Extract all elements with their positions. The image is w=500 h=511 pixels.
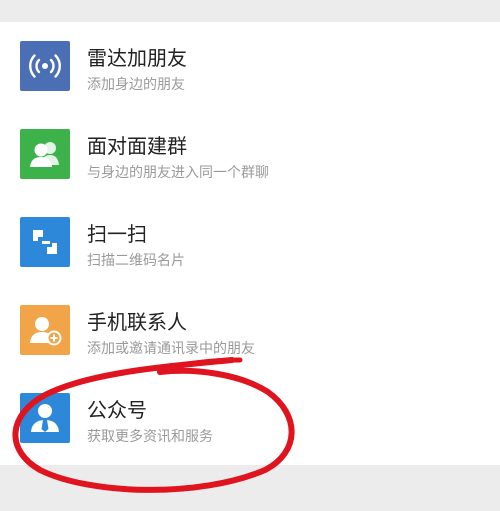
item-subtitle: 获取更多资讯和服务: [87, 429, 213, 445]
item-title: 扫一扫: [87, 222, 147, 246]
item-title: 面对面建群: [87, 134, 187, 158]
radar-icon: [20, 41, 70, 91]
group-icon: [20, 129, 70, 179]
add-friends-list: 雷达加朋友 添加身边的朋友 面对面建群 与身边的朋友进入同一个群聊 扫一扫 扫描…: [0, 22, 500, 465]
list-item-official-accounts[interactable]: 公众号 获取更多资讯和服务: [0, 374, 500, 462]
list-item-scan[interactable]: 扫一扫 扫描二维码名片: [0, 198, 500, 286]
list-item-face-to-face-group[interactable]: 面对面建群 与身边的朋友进入同一个群聊: [0, 110, 500, 198]
item-subtitle: 扫描二维码名片: [87, 253, 185, 269]
item-title: 手机联系人: [87, 310, 187, 334]
add-friends-screen: 雷达加朋友 添加身边的朋友 面对面建群 与身边的朋友进入同一个群聊 扫一扫 扫描…: [0, 0, 500, 511]
item-subtitle: 与身边的朋友进入同一个群聊: [87, 165, 269, 181]
top-spacer: [0, 0, 500, 22]
item-title: 雷达加朋友: [87, 46, 187, 70]
list-item-radar[interactable]: 雷达加朋友 添加身边的朋友: [0, 22, 500, 110]
item-subtitle: 添加身边的朋友: [87, 77, 185, 93]
item-subtitle: 添加或邀请通讯录中的朋友: [87, 341, 255, 357]
bottom-spacer: [0, 465, 500, 511]
list-item-phone-contacts[interactable]: 手机联系人 添加或邀请通讯录中的朋友: [0, 286, 500, 374]
official-account-icon: [20, 393, 70, 443]
contact-add-icon: [20, 305, 70, 355]
item-title: 公众号: [87, 398, 147, 422]
scan-icon: [20, 217, 70, 267]
